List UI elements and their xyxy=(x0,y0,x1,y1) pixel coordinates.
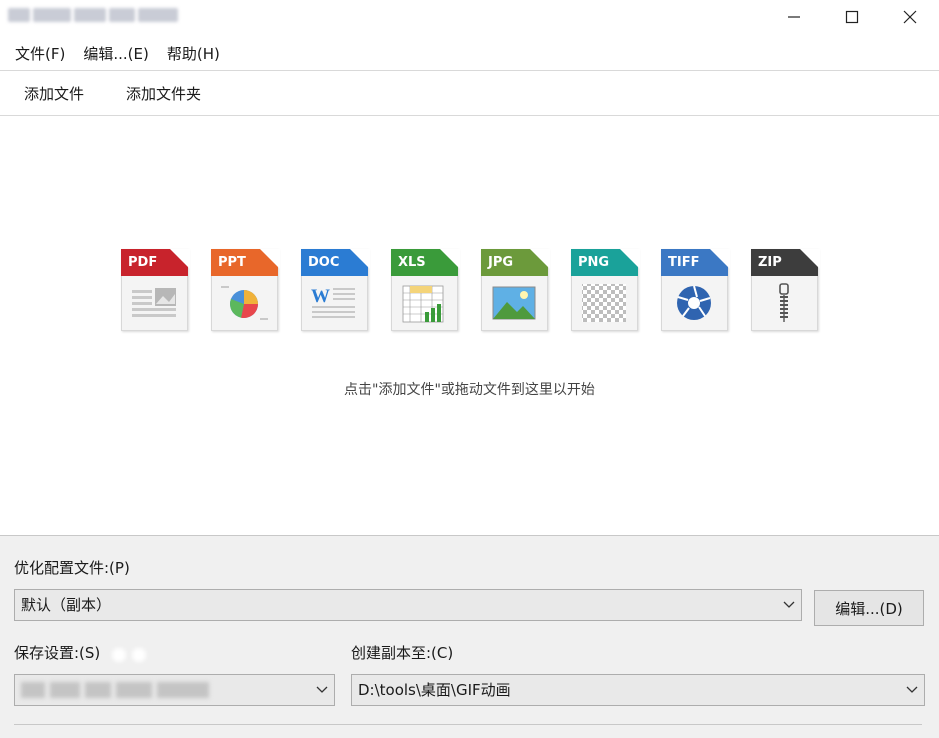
add-folder-button[interactable]: 添加文件夹 xyxy=(114,72,213,116)
settings-panel: 优化配置文件:(P) 默认（副本） 编辑...(D) 保存设置:(S) 创建副本… xyxy=(0,535,939,738)
menu-bar: 文件(F) 编辑...(E) 帮助(H) xyxy=(0,37,939,71)
format-icons: PDF PPT DOC W XLS JPG PNG TIFF ZIP xyxy=(121,249,820,333)
edit-profile-button[interactable]: 编辑...(D) xyxy=(814,590,924,626)
doc-file-icon: DOC W xyxy=(301,249,370,333)
drop-zone[interactable]: PDF PPT DOC W XLS JPG PNG TIFF ZIP 点击"添加… xyxy=(0,117,939,535)
maximize-button[interactable] xyxy=(823,0,881,34)
profile-select-value: 默认（副本） xyxy=(21,596,112,614)
zip-file-icon: ZIP xyxy=(751,249,820,333)
menu-file[interactable]: 文件(F) xyxy=(6,37,74,71)
maximize-icon xyxy=(845,10,859,24)
chevron-down-icon xyxy=(316,675,328,705)
chevron-down-icon xyxy=(783,590,795,620)
minimize-icon xyxy=(788,16,800,18)
jpg-file-icon: JPG xyxy=(481,249,550,333)
drop-hint-text: 点击"添加文件"或拖动文件到这里以开始 xyxy=(344,382,595,398)
blurred-region xyxy=(112,648,146,662)
toolbar: 添加文件 添加文件夹 xyxy=(0,72,939,116)
menu-help[interactable]: 帮助(H) xyxy=(158,37,229,71)
window-controls xyxy=(765,0,939,34)
save-settings-select[interactable] xyxy=(14,674,335,706)
copy-destination-select[interactable]: D:\tools\桌面\GIF动画 xyxy=(351,674,925,706)
menu-edit[interactable]: 编辑...(E) xyxy=(74,37,158,71)
png-file-icon: PNG xyxy=(571,249,640,333)
create-copy-label: 创建副本至:(C) xyxy=(351,644,454,662)
tiff-file-icon: TIFF xyxy=(661,249,730,333)
blurred-value xyxy=(21,682,209,698)
profile-label: 优化配置文件:(P) xyxy=(14,559,130,577)
profile-select[interactable]: 默认（副本） xyxy=(14,589,802,621)
add-file-button[interactable]: 添加文件 xyxy=(12,72,96,116)
copy-destination-value: D:\tools\桌面\GIF动画 xyxy=(358,681,511,699)
chevron-down-icon xyxy=(906,675,918,705)
minimize-button[interactable] xyxy=(765,0,823,34)
ppt-file-icon: PPT xyxy=(211,249,280,333)
close-icon xyxy=(903,10,917,24)
divider xyxy=(14,724,922,725)
xls-file-icon: XLS xyxy=(391,249,460,333)
pdf-file-icon: PDF xyxy=(121,249,190,333)
title-bar xyxy=(0,0,939,34)
svg-text:W: W xyxy=(311,286,330,307)
save-settings-label: 保存设置:(S) xyxy=(14,644,101,662)
close-button[interactable] xyxy=(881,0,939,34)
window-title-blurred xyxy=(8,8,178,22)
